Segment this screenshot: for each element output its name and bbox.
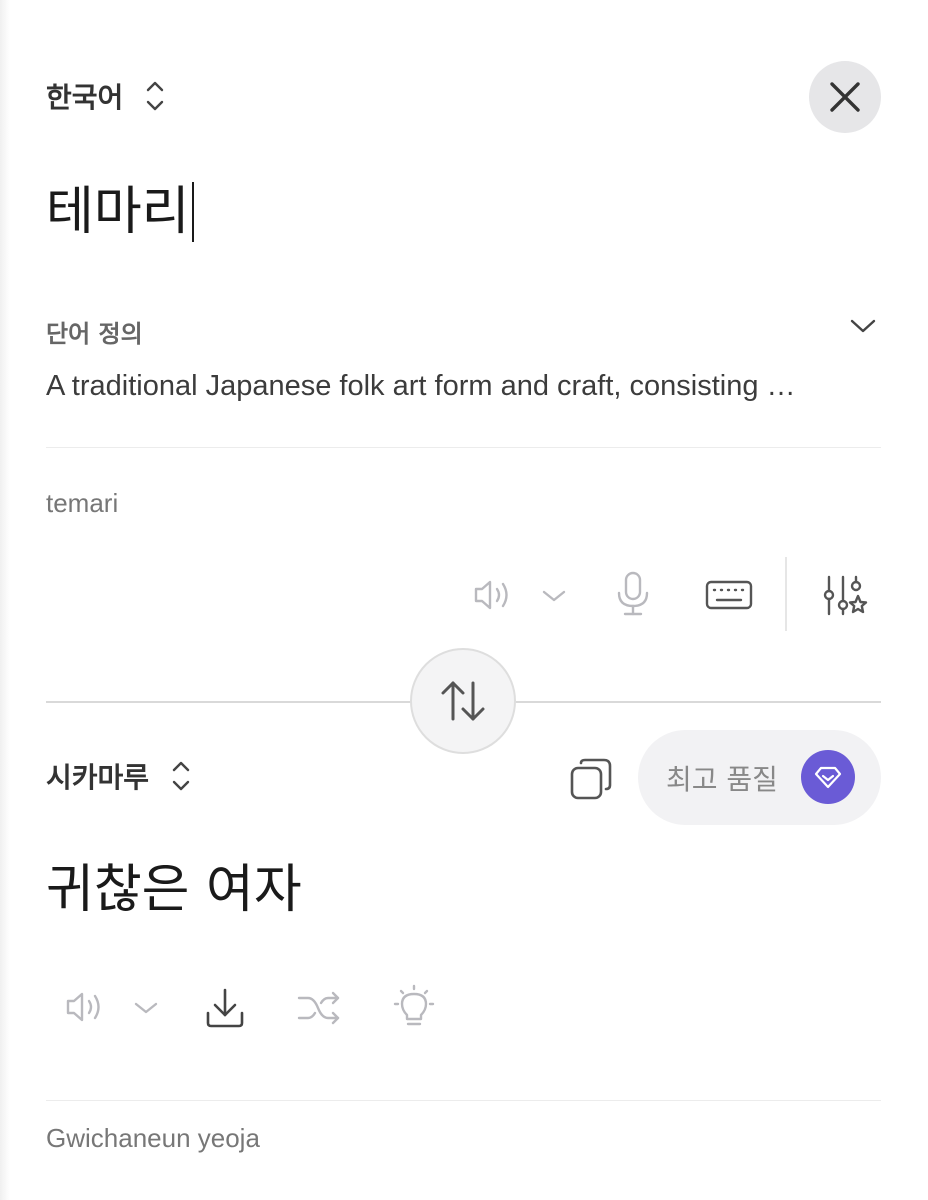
quality-label: 최고 품질 — [666, 762, 778, 796]
voice-options-button[interactable] — [132, 994, 160, 1022]
panel-edge-shadow — [0, 0, 10, 1200]
source-transliteration: temari — [46, 488, 119, 518]
copy-icon — [570, 758, 612, 800]
swap-languages-button[interactable] — [410, 648, 516, 754]
keyboard-icon — [705, 580, 753, 610]
divider — [46, 1100, 881, 1101]
chevron-down-icon — [134, 1002, 158, 1014]
microphone-icon — [617, 571, 649, 616]
premium-badge — [801, 750, 855, 804]
definition-title: 단어 정의 — [46, 320, 143, 348]
settings-button[interactable] — [822, 574, 868, 620]
download-button[interactable] — [204, 986, 246, 1030]
speaker-button[interactable] — [64, 986, 106, 1028]
copy-button[interactable] — [568, 756, 614, 802]
source-text: 테마리 — [46, 182, 190, 242]
shuffle-icon — [297, 991, 340, 1025]
definition-expand-button[interactable] — [850, 318, 876, 338]
definition-text: A traditional Japanese folk art form and… — [46, 370, 796, 402]
speaker-icon — [66, 992, 100, 1022]
lightbulb-icon — [393, 984, 435, 1026]
swap-vertical-icon — [441, 681, 485, 721]
close-button[interactable] — [809, 61, 881, 133]
quality-selector[interactable]: 최고 품질 — [638, 730, 881, 825]
chevron-up-down-icon — [171, 760, 191, 792]
voice-options-button[interactable] — [540, 582, 568, 610]
source-text-input[interactable]: 테마리 — [46, 182, 194, 242]
divider — [46, 447, 881, 448]
keyboard-button[interactable] — [704, 578, 754, 612]
shuffle-button[interactable] — [296, 988, 342, 1028]
sliders-star-icon — [823, 575, 868, 616]
download-icon — [206, 988, 244, 1028]
target-transliteration: Gwichaneun yeoja — [46, 1123, 260, 1153]
insight-button[interactable] — [392, 984, 436, 1030]
source-language-label: 한국어 — [46, 81, 124, 114]
text-cursor — [191, 182, 194, 242]
chevron-down-icon — [850, 319, 876, 333]
chevron-down-icon — [542, 590, 566, 602]
toolbar-separator — [785, 557, 787, 631]
target-language-selector[interactable]: 시카마루 — [46, 756, 191, 796]
speaker-button[interactable] — [472, 574, 514, 616]
translated-text: 귀찮은 여자 — [46, 860, 302, 920]
source-language-selector[interactable]: 한국어 — [46, 76, 165, 116]
target-language-label: 시카마루 — [46, 761, 150, 794]
close-icon — [830, 82, 860, 112]
diamond-icon — [814, 766, 842, 789]
microphone-button[interactable] — [612, 570, 654, 618]
speaker-icon — [474, 580, 508, 610]
chevron-up-down-icon — [145, 80, 165, 112]
